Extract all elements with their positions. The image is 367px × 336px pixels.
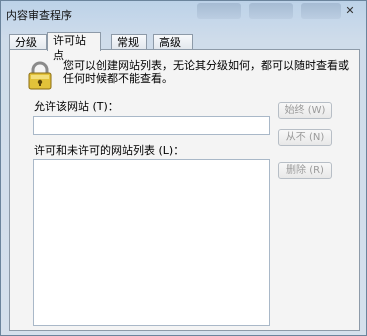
tab-general[interactable]: 常规 [111, 34, 147, 49]
tab-advanced[interactable]: 高级 [153, 34, 193, 49]
allow-site-input[interactable] [33, 116, 270, 135]
background-blur [249, 3, 293, 19]
approved-sites-description: 您可以创建网站列表，无论其分级如何，都可以随时查看或任何时候都不能查看。 [63, 59, 349, 85]
delete-button[interactable]: 删除 (R) [278, 162, 332, 179]
site-list[interactable] [33, 159, 270, 326]
window-title: 内容审查程序 [6, 9, 72, 22]
background-blur [301, 3, 341, 19]
content-advisor-window: 内容审查程序 ✕ 分级 许可站点 常规 高级 您可以创建网站列表，无论其分级如何… [0, 0, 367, 336]
tab-ratings[interactable]: 分级 [9, 34, 47, 49]
lock-icon [28, 61, 52, 90]
title-bar: 内容审查程序 ✕ [1, 1, 367, 27]
background-blur [197, 3, 241, 19]
always-button[interactable]: 始终 (W) [278, 102, 332, 119]
allow-site-label: 允许该网站 (T)： [34, 100, 119, 113]
close-icon: ✕ [345, 4, 355, 17]
tab-approved-sites[interactable]: 许可站点 [47, 32, 101, 62]
site-list-label: 许可和未许可的网站列表 (L)： [34, 144, 185, 157]
never-button[interactable]: 从不 (N) [278, 129, 332, 146]
close-button[interactable]: ✕ [342, 4, 358, 18]
